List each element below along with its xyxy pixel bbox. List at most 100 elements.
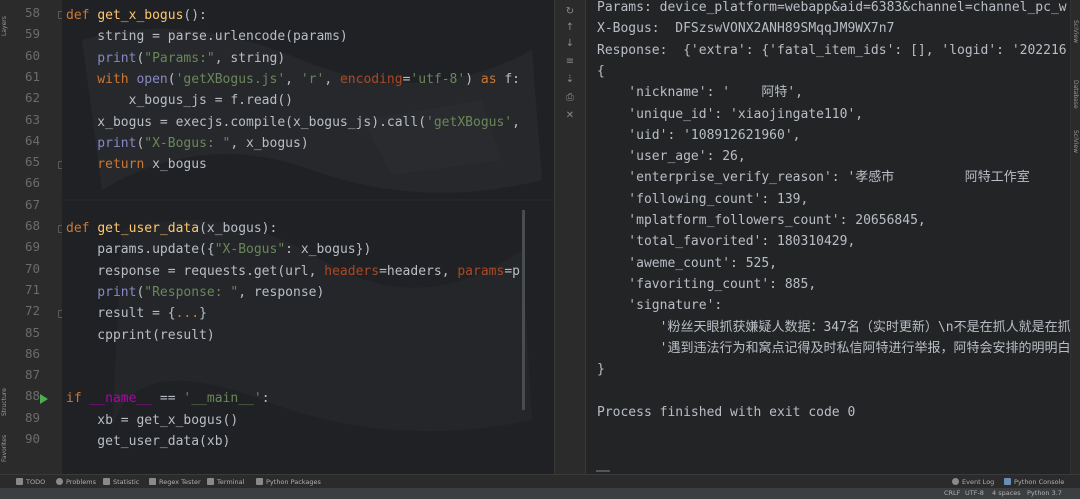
console-line: Process finished with exit code 0 <box>597 404 856 420</box>
code-line[interactable]: get_user_data(xb) <box>66 431 230 452</box>
sciview-tab-2[interactable]: SciView <box>1072 130 1079 170</box>
python-packages-tab[interactable]: Python Packages <box>256 477 321 487</box>
scroll-end-icon[interactable]: ⇣ <box>564 74 576 86</box>
python-interpreter[interactable]: Python 3.7 <box>1027 489 1062 498</box>
code-token: def <box>66 8 98 23</box>
console-line: 'mplatform_followers_count': 20656845, <box>597 213 926 228</box>
down-arrow-icon[interactable]: ↓ <box>564 38 576 50</box>
console-cursor <box>596 470 610 472</box>
console-line: 'unique_id': 'xiaojingate110', <box>597 106 864 122</box>
event-log-icon <box>952 478 959 485</box>
code-token: "Params:" <box>144 50 215 66</box>
tab-label: TODO <box>26 478 46 486</box>
line-number: 61 <box>24 68 40 84</box>
code-token: ) <box>465 71 481 87</box>
tab-label: Event Log <box>962 478 995 486</box>
code-token: '__main__' <box>183 391 262 407</box>
code-line[interactable]: params.update({"X-Bogus": x_bogus}) <box>66 239 371 260</box>
code-line[interactable]: xb = get_x_bogus() <box>66 410 238 431</box>
console-line: 'aweme_count': 525, <box>597 255 778 271</box>
tab-label: Terminal <box>217 478 245 486</box>
code-token: "X-Bogus" <box>214 242 286 258</box>
code-token: get_x_bogus <box>97 8 184 23</box>
line-separator[interactable]: CRLF <box>944 489 960 498</box>
code-editor[interactable]: def get_x_bogus(): string = parse.urlenc… <box>62 0 554 474</box>
database-tab[interactable]: Database <box>1072 80 1079 120</box>
event-log-tab[interactable]: Event Log <box>952 477 994 487</box>
editor-gutter: 58 59 60 61 62 63 64 65 66 67 68 69 70 71 72 85 86 87 88 89… <box>12 0 75 474</box>
tool-window-bar: TODO Problems Statistic Regex Tester Ter… <box>0 474 1080 489</box>
sciview-tab[interactable]: SciView <box>1072 20 1079 60</box>
code-token: print <box>66 284 137 300</box>
code-token: if <box>66 391 90 407</box>
run-toolbar: ↻ ↑ ↓ ≡ ⇣ ⎙ ✕ <box>555 0 586 474</box>
code-line[interactable]: string = parse.urlencode(params) <box>66 26 348 47</box>
code-line[interactable]: result = {...} <box>66 303 207 324</box>
todo-tab[interactable]: TODO <box>16 477 45 487</box>
code-token: encoding <box>339 71 403 87</box>
line-number: 86 <box>24 345 40 361</box>
rerun-icon[interactable]: ↻ <box>564 6 576 18</box>
line-number: 85 <box>24 324 40 340</box>
regex-tester-tab[interactable]: Regex Tester <box>149 477 201 487</box>
line-number: 69 <box>24 239 40 255</box>
code-token: params <box>457 263 505 279</box>
file-encoding[interactable]: UTF-8 <box>965 489 984 498</box>
code-token: , <box>324 71 340 87</box>
code-line[interactable]: x_bogus = execjs.compile(x_bogus_js).cal… <box>66 112 520 133</box>
right-tool-strip: SciView Database SciView <box>1070 0 1080 474</box>
problems-tab[interactable]: Problems <box>56 477 96 487</box>
code-token: def <box>66 221 98 236</box>
code-line[interactable]: if __name__ == '__main__': <box>66 388 270 409</box>
print-icon[interactable]: ⎙ <box>564 92 576 104</box>
tab-label: Python Packages <box>266 478 321 486</box>
layers-tab[interactable]: Layers <box>1 6 8 36</box>
code-line[interactable]: print("Params:", string) <box>66 48 285 69</box>
code-line[interactable]: print("X-Bogus: ", x_bogus) <box>66 133 309 154</box>
code-token: string = parse.urlencode(params) <box>66 29 348 45</box>
line-number: 87 <box>24 367 40 383</box>
code-line[interactable]: cpprint(result) <box>66 325 214 346</box>
editor-scrollbar[interactable] <box>522 210 525 410</box>
code-line[interactable]: def get_x_bogus(): <box>66 5 207 26</box>
up-arrow-icon[interactable]: ↑ <box>564 22 576 34</box>
code-token: get_user_data <box>97 221 200 236</box>
code-line[interactable]: with open('getXBogus.js', 'r', encoding=… <box>66 69 520 90</box>
tab-label: Statistic <box>113 478 140 486</box>
indent-setting[interactable]: 4 spaces <box>992 489 1021 498</box>
structure-tab[interactable]: Structure <box>1 380 8 416</box>
code-token: ( <box>167 71 176 87</box>
code-line[interactable]: return x_bogus <box>66 154 207 175</box>
code-token: f: <box>496 71 521 87</box>
code-line[interactable]: x_bogus_js = f.read() <box>66 90 293 111</box>
code-token: =headers, <box>379 263 458 279</box>
code-token: , <box>512 114 520 130</box>
favorites-tab[interactable]: Favorites <box>1 428 8 462</box>
code-token: 'getXBogus.js' <box>175 71 286 87</box>
line-number: 60 <box>24 47 40 63</box>
run-icon[interactable] <box>40 394 48 404</box>
run-console[interactable]: Params: device_platform=webapp&aid=6383&… <box>586 0 1070 474</box>
statistic-tab[interactable]: Statistic <box>103 477 139 487</box>
console-line: Params: device_platform=webapp&aid=6383&… <box>597 0 1067 15</box>
code-token: , response) <box>238 284 325 300</box>
python-console-tab[interactable]: Python Console <box>1004 477 1064 487</box>
line-number: 64 <box>24 132 40 148</box>
code-token: x_bogus = execjs.compile(x_bogus_js).cal… <box>66 114 427 130</box>
line-number: 59 <box>24 26 40 42</box>
regex-icon <box>149 478 156 485</box>
code-line[interactable]: response = requests.get(url, headers=hea… <box>66 261 520 282</box>
code-token: 'utf-8' <box>410 71 466 87</box>
wrap-icon[interactable]: ≡ <box>564 56 576 68</box>
console-line: X-Bogus: DFSzswVONX2ANH89SMqqJM9WX7n7 <box>597 21 895 37</box>
terminal-tab[interactable]: Terminal <box>207 477 244 487</box>
code-line[interactable]: def get_user_data(x_bogus): <box>66 218 277 239</box>
code-token: open <box>136 71 168 87</box>
code-line[interactable]: print("Response: ", response) <box>66 282 324 303</box>
code-token: print <box>66 135 137 151</box>
code-token: , x_bogus) <box>230 135 309 151</box>
code-token: with <box>66 71 137 87</box>
code-token: (): <box>183 8 207 23</box>
trash-icon[interactable]: ✕ <box>564 110 576 122</box>
code-token: : <box>261 391 270 407</box>
